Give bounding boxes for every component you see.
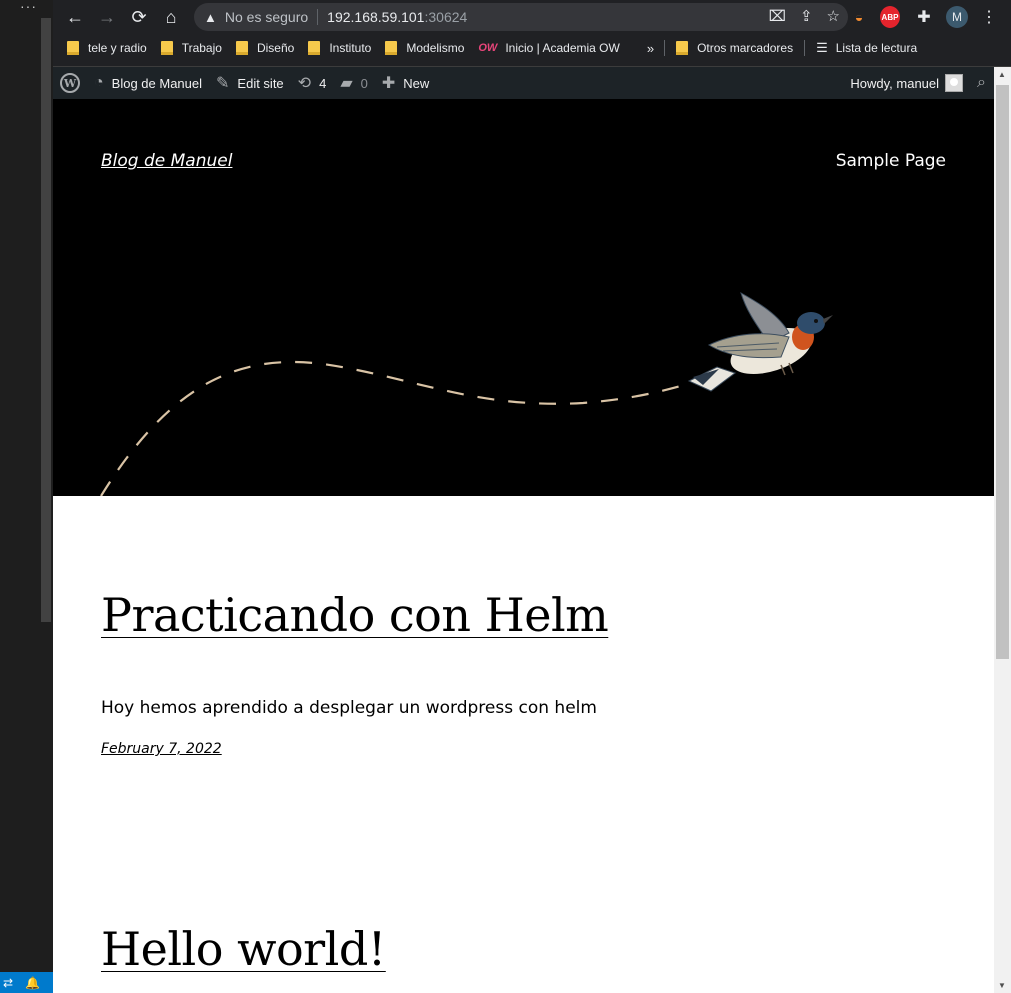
bookmark-instituto[interactable]: Instituto <box>301 34 378 62</box>
wp-admin-bar: W ◔ Blog de Manuel ✎ Edit site ⟲ 4 ▰ 0 ✚ New … <box>53 67 994 99</box>
post-title-link[interactable]: Practicando con Helm <box>101 588 609 642</box>
browser-menu-icon[interactable]: ⋮ <box>981 6 997 28</box>
site-name-menu[interactable]: ◔ Blog de Manuel <box>87 67 209 99</box>
editor-side-panel: ··· ⇄ 🔔 <box>0 0 53 993</box>
omnibox-divider <box>317 9 319 25</box>
home-icon[interactable]: ⌂ <box>155 2 187 32</box>
admin-bar-secondary: Howdy, manuel ⌕ <box>843 67 994 99</box>
warning-icon[interactable]: ▲ <box>204 10 217 25</box>
howdy-label: Howdy, manuel <box>850 75 940 91</box>
omnibox-actions: ⌧ ⇪ ☆ <box>769 7 840 25</box>
reading-list-icon: ☰ <box>816 40 828 55</box>
bookmark-label: Instituto <box>329 41 372 55</box>
bookmarks-divider <box>664 40 666 56</box>
editor-scrollbar[interactable] <box>41 18 51 622</box>
site-title-link[interactable]: Blog de Manuel <box>101 151 232 171</box>
user-avatar <box>945 74 964 92</box>
folder-icon <box>235 41 248 55</box>
new-content-menu[interactable]: ✚ New <box>375 67 436 99</box>
edit-site-label: Edit site <box>237 75 284 91</box>
bookmarks-divider <box>804 40 806 56</box>
bookmark-academia-ow[interactable]: OW Inicio | Academia OW <box>471 34 626 62</box>
site-name-label: Blog de Manuel <box>111 75 203 91</box>
bookmark-label: Otros marcadores <box>697 41 794 55</box>
new-label: New <box>403 75 430 91</box>
bookmark-label: Trabajo <box>181 41 222 55</box>
editor-status-bar: ⇄ 🔔 <box>0 972 53 993</box>
extension-sun-icon[interactable]: ◒ <box>850 6 868 28</box>
bookmark-trabajo[interactable]: Trabajo <box>154 34 229 62</box>
search-icon[interactable]: ⌕ <box>969 74 994 92</box>
comment-icon: ▰ <box>340 75 353 92</box>
reading-list-label: Lista de lectura <box>835 41 918 55</box>
nav-sample-page[interactable]: Sample Page <box>836 151 946 171</box>
star-bookmark-icon[interactable]: ☆ <box>827 7 840 25</box>
dashboard-icon: ◔ <box>94 74 104 91</box>
edit-site-link[interactable]: ✎ Edit site <box>209 67 291 99</box>
folder-icon <box>385 41 398 55</box>
bookmark-label: Diseño <box>256 41 295 55</box>
wp-logo-menu[interactable]: W <box>53 67 87 99</box>
folder-icon <box>308 41 321 55</box>
comments-link[interactable]: ▰ 0 <box>333 67 375 99</box>
wordpress-logo-icon: W <box>60 73 80 93</box>
back-arrow-icon[interactable]: ← <box>59 2 91 32</box>
folder-icon <box>67 41 79 55</box>
bookmark-tele-y-radio[interactable]: tele y radio <box>53 34 154 62</box>
academia-ow-icon: OW <box>478 42 498 54</box>
edit-hammer-icon: ✎ <box>216 75 230 92</box>
bookmark-otros-marcadores[interactable]: Otros marcadores <box>669 34 800 62</box>
adblock-icon[interactable]: ABP <box>880 6 900 28</box>
share-icon[interactable]: ⇪ <box>800 7 813 25</box>
more-bookmarks-chevron-icon[interactable]: » <box>647 41 654 56</box>
reload-icon[interactable]: ⟳ <box>123 2 155 32</box>
bookmark-diseno[interactable]: Diseño <box>229 34 301 62</box>
updates-icon: ⟲ <box>297 75 312 92</box>
site-header: Blog de Manuel Sample Page <box>53 99 994 496</box>
scroll-down-arrow-icon[interactable]: ▼ <box>998 981 1006 990</box>
updates-link[interactable]: ⟲ 4 <box>291 67 334 99</box>
notification-bell-icon[interactable]: 🔔 <box>25 976 40 990</box>
bookmark-modelismo[interactable]: Modelismo <box>378 34 471 62</box>
my-account-menu[interactable]: Howdy, manuel <box>843 67 964 99</box>
scrollbar-thumb[interactable] <box>996 85 1009 659</box>
remote-icon[interactable]: ⇄ <box>3 976 13 990</box>
bookmarks-bar: tele y radio Trabajo Diseño Instituto Mo… <box>53 34 1011 62</box>
extensions-puzzle-icon[interactable]: ✚ <box>915 6 933 28</box>
more-actions-icon[interactable]: ··· <box>20 0 37 14</box>
folder-icon <box>676 41 689 55</box>
post-item: Hello world! <box>101 922 386 976</box>
reading-list-button[interactable]: ☰ Lista de lectura <box>809 34 924 62</box>
plus-icon: ✚ <box>381 75 396 92</box>
browser-window: ← → ⟳ ⌂ ▲ No es seguro 192.168.59.101:30… <box>53 0 1011 993</box>
updates-count: 4 <box>319 75 327 91</box>
folder-icon <box>160 41 173 55</box>
page-viewport: W ◔ Blog de Manuel ✎ Edit site ⟲ 4 ▰ 0 ✚ New … <box>53 67 994 993</box>
post-excerpt: Hoy hemos aprendido a desplegar un wordp… <box>101 698 597 718</box>
post-date-link[interactable]: February 7, 2022 <box>101 741 608 757</box>
bird-illustration <box>687 291 833 392</box>
bookmark-label: Modelismo <box>406 41 465 55</box>
url-port[interactable]: :30624 <box>424 9 467 25</box>
post-item: Practicando con Helm Hoy hemos aprendido… <box>101 588 609 757</box>
post-title-link[interactable]: Hello world! <box>101 922 386 976</box>
scroll-up-arrow-icon[interactable]: ▲ <box>998 70 1006 79</box>
security-label[interactable]: No es seguro <box>225 9 308 25</box>
forward-arrow-icon[interactable]: → <box>91 2 123 32</box>
address-bar[interactable]: ▲ No es seguro 192.168.59.101:30624 ⌧ ⇪ … <box>194 3 848 31</box>
flight-path-dashes <box>100 360 689 496</box>
url-host[interactable]: 192.168.59.101 <box>327 9 424 25</box>
page-scrollbar[interactable]: ▲ ▼ <box>994 67 1011 993</box>
translate-icon[interactable]: ⌧ <box>769 7 786 25</box>
profile-avatar[interactable]: M <box>946 6 968 28</box>
bookmark-label: Inicio | Academia OW <box>505 41 620 55</box>
bookmark-label: tele y radio <box>88 41 147 55</box>
comments-count: 0 <box>360 75 368 91</box>
